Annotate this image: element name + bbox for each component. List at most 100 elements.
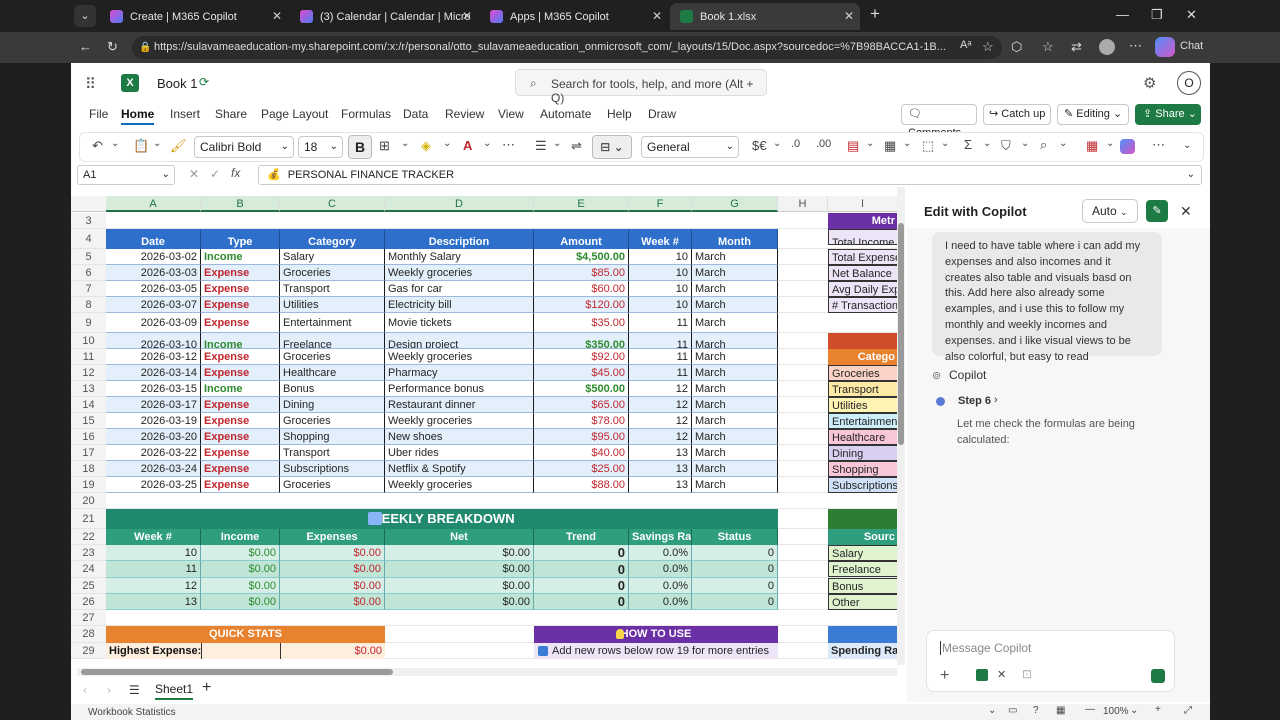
txn-type[interactable]: Expense [201,429,280,445]
weekly-week[interactable]: 11 [106,561,201,578]
txn-month[interactable]: March [692,265,778,281]
briefcase-icon[interactable]: ⊡ [1022,667,1032,681]
txn-amount[interactable]: $65.00 [534,397,629,413]
txn-type[interactable]: Expense [201,297,280,313]
addins-dropdown-icon[interactable]: ⌄ [1106,138,1114,149]
minimize-icon[interactable]: — [1116,7,1129,22]
txn-date[interactable]: 2026-03-02 [106,249,201,265]
font-color-icon[interactable]: A [463,138,472,153]
weekly-trend[interactable]: 0 [534,578,629,594]
close-icon[interactable]: ✕ [272,9,282,23]
weekly-expenses[interactable]: $0.00 [280,561,385,578]
next-sheet-icon[interactable]: › [107,683,111,697]
copilot-ribbon-icon[interactable] [1120,139,1135,154]
remove-context-icon[interactable]: ✕ [997,668,1006,681]
txn-amount[interactable]: $88.00 [534,477,629,493]
txn-category[interactable]: Transport [280,281,385,297]
weekly-income[interactable]: $0.00 [201,545,280,561]
txn-week[interactable]: 11 [629,349,692,365]
menu-home[interactable]: Home [121,107,155,125]
more-icon[interactable]: ⋯ [1129,38,1142,54]
currency-dropdown-icon[interactable]: ⌄ [773,138,781,149]
column-header-a[interactable]: A [106,196,201,212]
txn-category[interactable]: Bonus [280,381,385,397]
weekly-status[interactable]: 0 [692,561,778,578]
txn-date[interactable]: 2026-03-15 [106,381,201,397]
fullscreen-icon[interactable]: ⤢ [1184,705,1192,716]
cf-dropdown-icon[interactable]: ⌄ [866,138,874,149]
row-header[interactable]: 8 [71,297,106,313]
txn-description[interactable]: Weekly groceries [385,265,534,281]
txn-amount[interactable]: $85.00 [534,265,629,281]
menu-help[interactable]: Help [607,107,632,121]
find-dropdown-icon[interactable]: ⌄ [1059,138,1067,149]
row-header[interactable]: 6 [71,265,106,281]
spreadsheet-grid[interactable]: A B C D E F G H I 3 4 5 6 7 8 9 10 11 12 13 14 15 16 17 18 19 20 21… [71,193,903,671]
txn-date[interactable]: 2026-03-05 [106,281,201,297]
bold-button[interactable]: B [348,135,372,159]
browser-tab-apps[interactable]: Apps | M365 Copilot ✕ [480,3,668,30]
menu-draw[interactable]: Draw [648,107,676,121]
autosum-icon[interactable]: Σ [964,137,972,152]
vertical-scrollbar[interactable] [897,187,905,665]
row-header[interactable]: 14 [71,397,106,413]
row-header[interactable]: 22 [71,529,106,545]
catch-up-button[interactable]: ↪ Catch up [983,104,1051,125]
txn-date[interactable]: 2026-03-22 [106,445,201,461]
txn-week[interactable]: 12 [629,397,692,413]
workbook-statistics[interactable]: Workbook Statistics [88,707,176,718]
txn-date[interactable]: 2026-03-12 [106,349,201,365]
new-tab-icon[interactable]: + [870,4,880,24]
txn-description[interactable]: Weekly groceries [385,477,534,493]
clipboard-dropdown-icon[interactable]: ⌄ [153,138,161,149]
txn-category[interactable]: Entertainment [280,313,385,333]
txn-week[interactable]: 13 [629,445,692,461]
browser-tab-calendar[interactable]: (3) Calendar | Calendar | Microsoft ✕ [290,3,478,30]
row-header[interactable]: 15 [71,413,106,429]
row-header[interactable]: 24 [71,561,106,578]
weekly-expenses[interactable]: $0.00 [280,594,385,610]
txn-description[interactable]: Weekly groceries [385,413,534,429]
browser-tab-create[interactable]: Create | M365 Copilot ✕ [100,3,288,30]
editing-mode-button[interactable]: ✎ Editing ⌄ [1057,104,1129,125]
txn-category[interactable]: Salary [280,249,385,265]
borders-dropdown-icon[interactable]: ⌄ [401,138,409,149]
read-aloud-icon[interactable]: Aᵃ [960,39,971,51]
restore-icon[interactable]: ❐ [1151,7,1163,23]
txn-amount[interactable]: $500.00 [534,381,629,397]
txn-date[interactable]: 2026-03-07 [106,297,201,313]
row-header[interactable]: 12 [71,365,106,381]
row-header[interactable]: 13 [71,381,106,397]
row-header[interactable]: 29 [71,643,106,659]
document-title[interactable]: Book 1 [157,76,197,91]
txn-category[interactable]: Dining [280,397,385,413]
weekly-rate[interactable]: 0.0% [629,545,692,561]
row-header[interactable]: 23 [71,545,106,561]
confirm-formula-icon[interactable]: ✓ [210,167,220,181]
add-sheet-icon[interactable]: + [202,679,211,697]
copilot-chat-icon[interactable] [1155,37,1175,57]
close-pane-icon[interactable]: ✕ [1180,203,1192,220]
txn-description[interactable]: Electricity bill [385,297,534,313]
close-icon[interactable]: ✕ [462,9,472,23]
collapse-ribbon-icon[interactable]: ⌄ [1183,140,1191,151]
row-header[interactable]: 20 [71,493,106,509]
expand-formula-icon[interactable]: ⌄ [1187,166,1195,184]
txn-week[interactable]: 10 [629,249,692,265]
clipboard-icon[interactable]: 📋 [133,138,149,154]
txn-description[interactable]: Pharmacy [385,365,534,381]
column-header-d[interactable]: D [385,196,534,212]
weekly-income[interactable]: $0.00 [201,561,280,578]
txn-description[interactable]: Design project [385,333,534,349]
txn-month[interactable]: March [692,445,778,461]
font-color-dropdown-icon[interactable]: ⌄ [483,138,491,149]
favorite-star-icon[interactable]: ☆ [982,39,994,55]
txn-week[interactable]: 13 [629,461,692,477]
row-header[interactable]: 5 [71,249,106,265]
column-header-i[interactable]: I [828,196,898,212]
close-icon[interactable]: ✕ [652,9,662,23]
txn-type[interactable]: Expense [201,461,280,477]
txn-week[interactable]: 10 [629,297,692,313]
add-attachment-icon[interactable]: + [940,667,949,685]
txn-amount[interactable]: $45.00 [534,365,629,381]
